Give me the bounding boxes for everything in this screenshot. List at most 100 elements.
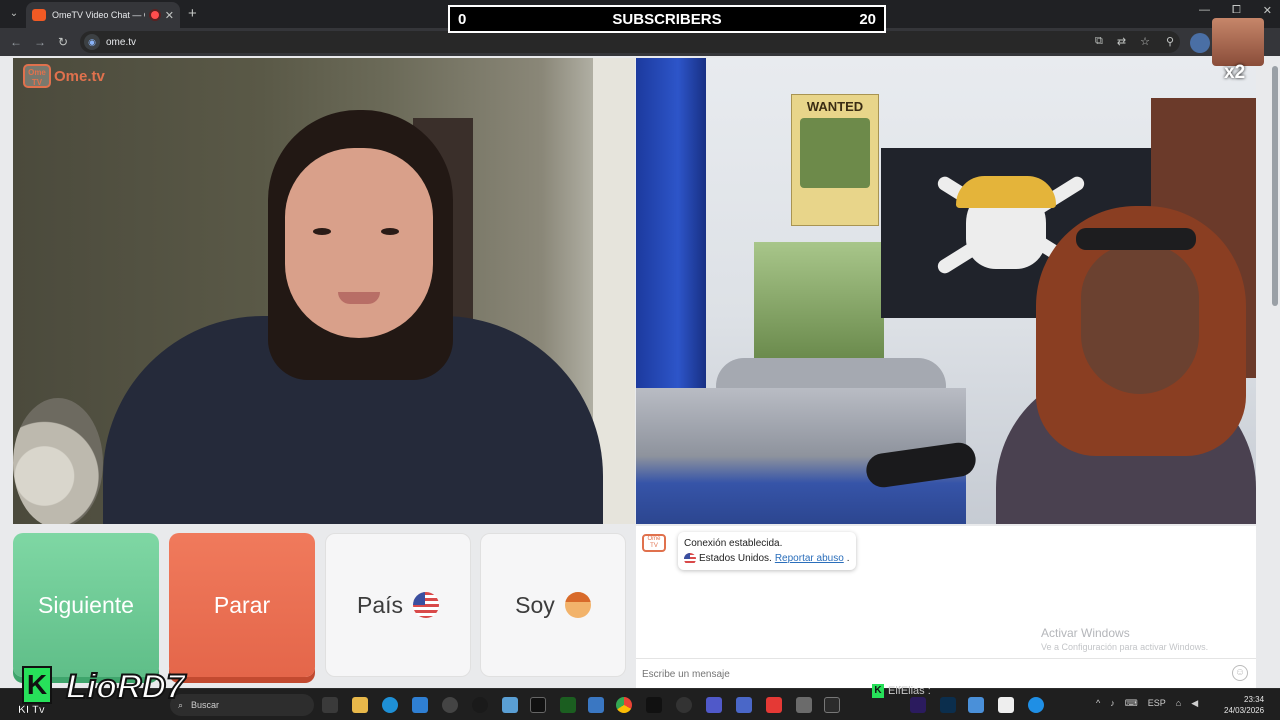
subs-title: SUBSCRIBERS xyxy=(612,10,722,28)
flag-straw-hat xyxy=(956,176,1056,208)
recording-indicator-icon xyxy=(150,11,159,19)
connection-status: Conexión establecida. xyxy=(684,538,783,549)
app-icon[interactable] xyxy=(502,697,518,713)
taskbar-search-placeholder: Buscar xyxy=(191,700,220,710)
stranger-mouth xyxy=(338,292,380,304)
keyboard-icon[interactable]: ⌨ xyxy=(1125,698,1138,709)
forward-arrow-icon[interactable]: → xyxy=(34,35,46,49)
viewer-alert: K ElfElias : xyxy=(872,684,931,698)
app-icon[interactable] xyxy=(796,697,812,713)
app-icon[interactable] xyxy=(560,697,576,713)
chat-panel: Ome TV Conexión establecida. Estados Uni… xyxy=(636,526,1256,688)
country-button-label: País xyxy=(356,591,404,618)
taskbar-search[interactable]: ⌕ Buscar xyxy=(170,694,314,716)
tab-search-chevron-icon[interactable]: ⌄ xyxy=(6,6,22,22)
stranger-eye-left xyxy=(313,228,331,235)
close-window-button[interactable]: ✕ xyxy=(1263,4,1272,17)
streamer-headband xyxy=(1076,228,1196,250)
boy-emoji-icon xyxy=(564,592,591,618)
emoji-picker-icon[interactable]: ☺ xyxy=(1232,665,1248,681)
premiere-icon[interactable] xyxy=(910,697,926,713)
viewer-k-icon: K xyxy=(872,684,884,698)
extensions-icon[interactable]: ⚲ xyxy=(1166,35,1174,48)
ometv-logo[interactable]: Ome TV Ome.tv xyxy=(23,64,105,88)
scrollbar-thumb[interactable] xyxy=(1272,66,1278,306)
browser-tab[interactable]: OmeTV Video Chat — Ome ✕ xyxy=(26,2,180,28)
tab-close-icon[interactable]: ✕ xyxy=(165,9,174,22)
address-bar[interactable]: ◉ ome.tv xyxy=(80,31,1180,53)
system-tray: ^ ♪ ⌨ ESP ⌂ ◀ xyxy=(1096,698,1198,709)
anime-poster xyxy=(754,242,884,360)
microphone-icon[interactable]: ♪ xyxy=(1110,698,1115,709)
chrome-icon[interactable] xyxy=(616,697,632,713)
store-icon[interactable] xyxy=(412,697,428,713)
back-arrow-icon[interactable]: ← xyxy=(10,35,22,49)
tab-title: OmeTV Video Chat — Ome xyxy=(52,10,145,20)
channel-name-watermark: LioRD7 xyxy=(65,667,186,707)
stranger-video: Ome TV Ome.tv xyxy=(13,58,635,524)
file-explorer-icon[interactable] xyxy=(352,697,368,713)
gender-button-label: Soy xyxy=(515,591,555,618)
app-icon[interactable] xyxy=(472,697,488,713)
reload-icon[interactable]: ↻ xyxy=(58,35,68,49)
youtube-icon[interactable] xyxy=(766,697,782,713)
self-video: WANTED xyxy=(636,58,1256,524)
app-icon[interactable] xyxy=(1028,697,1044,713)
bookmark-star-icon[interactable]: ☆ xyxy=(1140,35,1150,48)
capcut-logo-icon[interactable] xyxy=(998,697,1014,713)
streamer-face xyxy=(1081,244,1199,394)
streamer-face-overlay xyxy=(1212,18,1264,66)
chat-input-bar: ☺ xyxy=(636,658,1256,688)
task-view-icon[interactable] xyxy=(322,697,338,713)
edge-icon[interactable] xyxy=(382,697,398,713)
ometv-page: Ome TV Ome.tv WANTED Siguiente Parar Paí… xyxy=(0,56,1280,688)
stranger-eye-right xyxy=(381,228,399,235)
stop-button-label: Parar xyxy=(213,591,271,618)
stranger-face xyxy=(285,148,433,338)
app-icon[interactable] xyxy=(968,697,984,713)
report-period: . xyxy=(846,553,850,564)
app-icon[interactable] xyxy=(736,697,752,713)
report-abuse-link[interactable]: Reportar abuso xyxy=(775,551,844,566)
next-button[interactable]: Siguiente xyxy=(13,533,159,677)
system-message: Conexión establecida. Estados Unidos. Re… xyxy=(678,532,856,570)
translate-icon[interactable]: ⇄ xyxy=(1117,35,1126,48)
tray-chevron-icon[interactable]: ^ xyxy=(1096,698,1100,709)
minimize-button[interactable]: — xyxy=(1199,4,1210,17)
tiktok-icon[interactable] xyxy=(646,697,662,713)
site-info-icon[interactable]: ◉ xyxy=(84,34,100,50)
viewer-name: ElfElias : xyxy=(888,685,931,697)
network-icon[interactable]: ⌂ xyxy=(1176,698,1181,709)
partner-country: Estados Unidos. xyxy=(699,553,772,564)
new-tab-button[interactable]: + xyxy=(188,5,197,22)
teams-icon[interactable] xyxy=(706,697,722,713)
background-fan xyxy=(13,398,103,524)
activate-windows-title: Activar Windows xyxy=(1041,626,1130,640)
clock-time: 23:34 xyxy=(1244,695,1265,704)
us-flag-icon xyxy=(684,552,696,565)
us-flag-icon xyxy=(413,592,440,618)
windows-taskbar: ⌕ Buscar ^ ♪ ⌨ ESP ⌂ ◀ 23:34 24/03/2026 xyxy=(0,688,1280,720)
multiplier-label: x2 xyxy=(1224,62,1246,83)
message-input[interactable] xyxy=(642,665,1202,683)
app-icon[interactable] xyxy=(588,697,604,713)
photoshop-icon[interactable] xyxy=(940,697,956,713)
country-button[interactable]: País xyxy=(325,533,471,677)
epic-games-icon[interactable] xyxy=(530,697,546,713)
capcut-icon[interactable] xyxy=(824,697,840,713)
stop-button[interactable]: Parar xyxy=(169,533,315,677)
profile-avatar[interactable] xyxy=(1190,33,1210,53)
gender-button[interactable]: Soy xyxy=(480,533,626,677)
volume-icon[interactable]: ◀ xyxy=(1191,698,1198,709)
language-indicator[interactable]: ESP xyxy=(1148,698,1166,709)
obs-icon[interactable] xyxy=(442,697,458,713)
maximize-button[interactable]: ⧠ xyxy=(1232,4,1241,17)
taskbar-clock[interactable]: 23:34 24/03/2026 xyxy=(1224,694,1264,716)
channel-logo-k: K xyxy=(22,666,52,704)
toolbar-icons: ⧉ ⇄ ☆ xyxy=(1095,35,1150,48)
url-text[interactable]: ome.tv xyxy=(106,37,136,48)
clock-date: 24/03/2026 xyxy=(1224,706,1265,715)
cast-icon[interactable]: ⧉ xyxy=(1095,35,1103,48)
app-icon[interactable] xyxy=(676,697,692,713)
ometv-logo-text: Ome.tv xyxy=(54,67,105,85)
